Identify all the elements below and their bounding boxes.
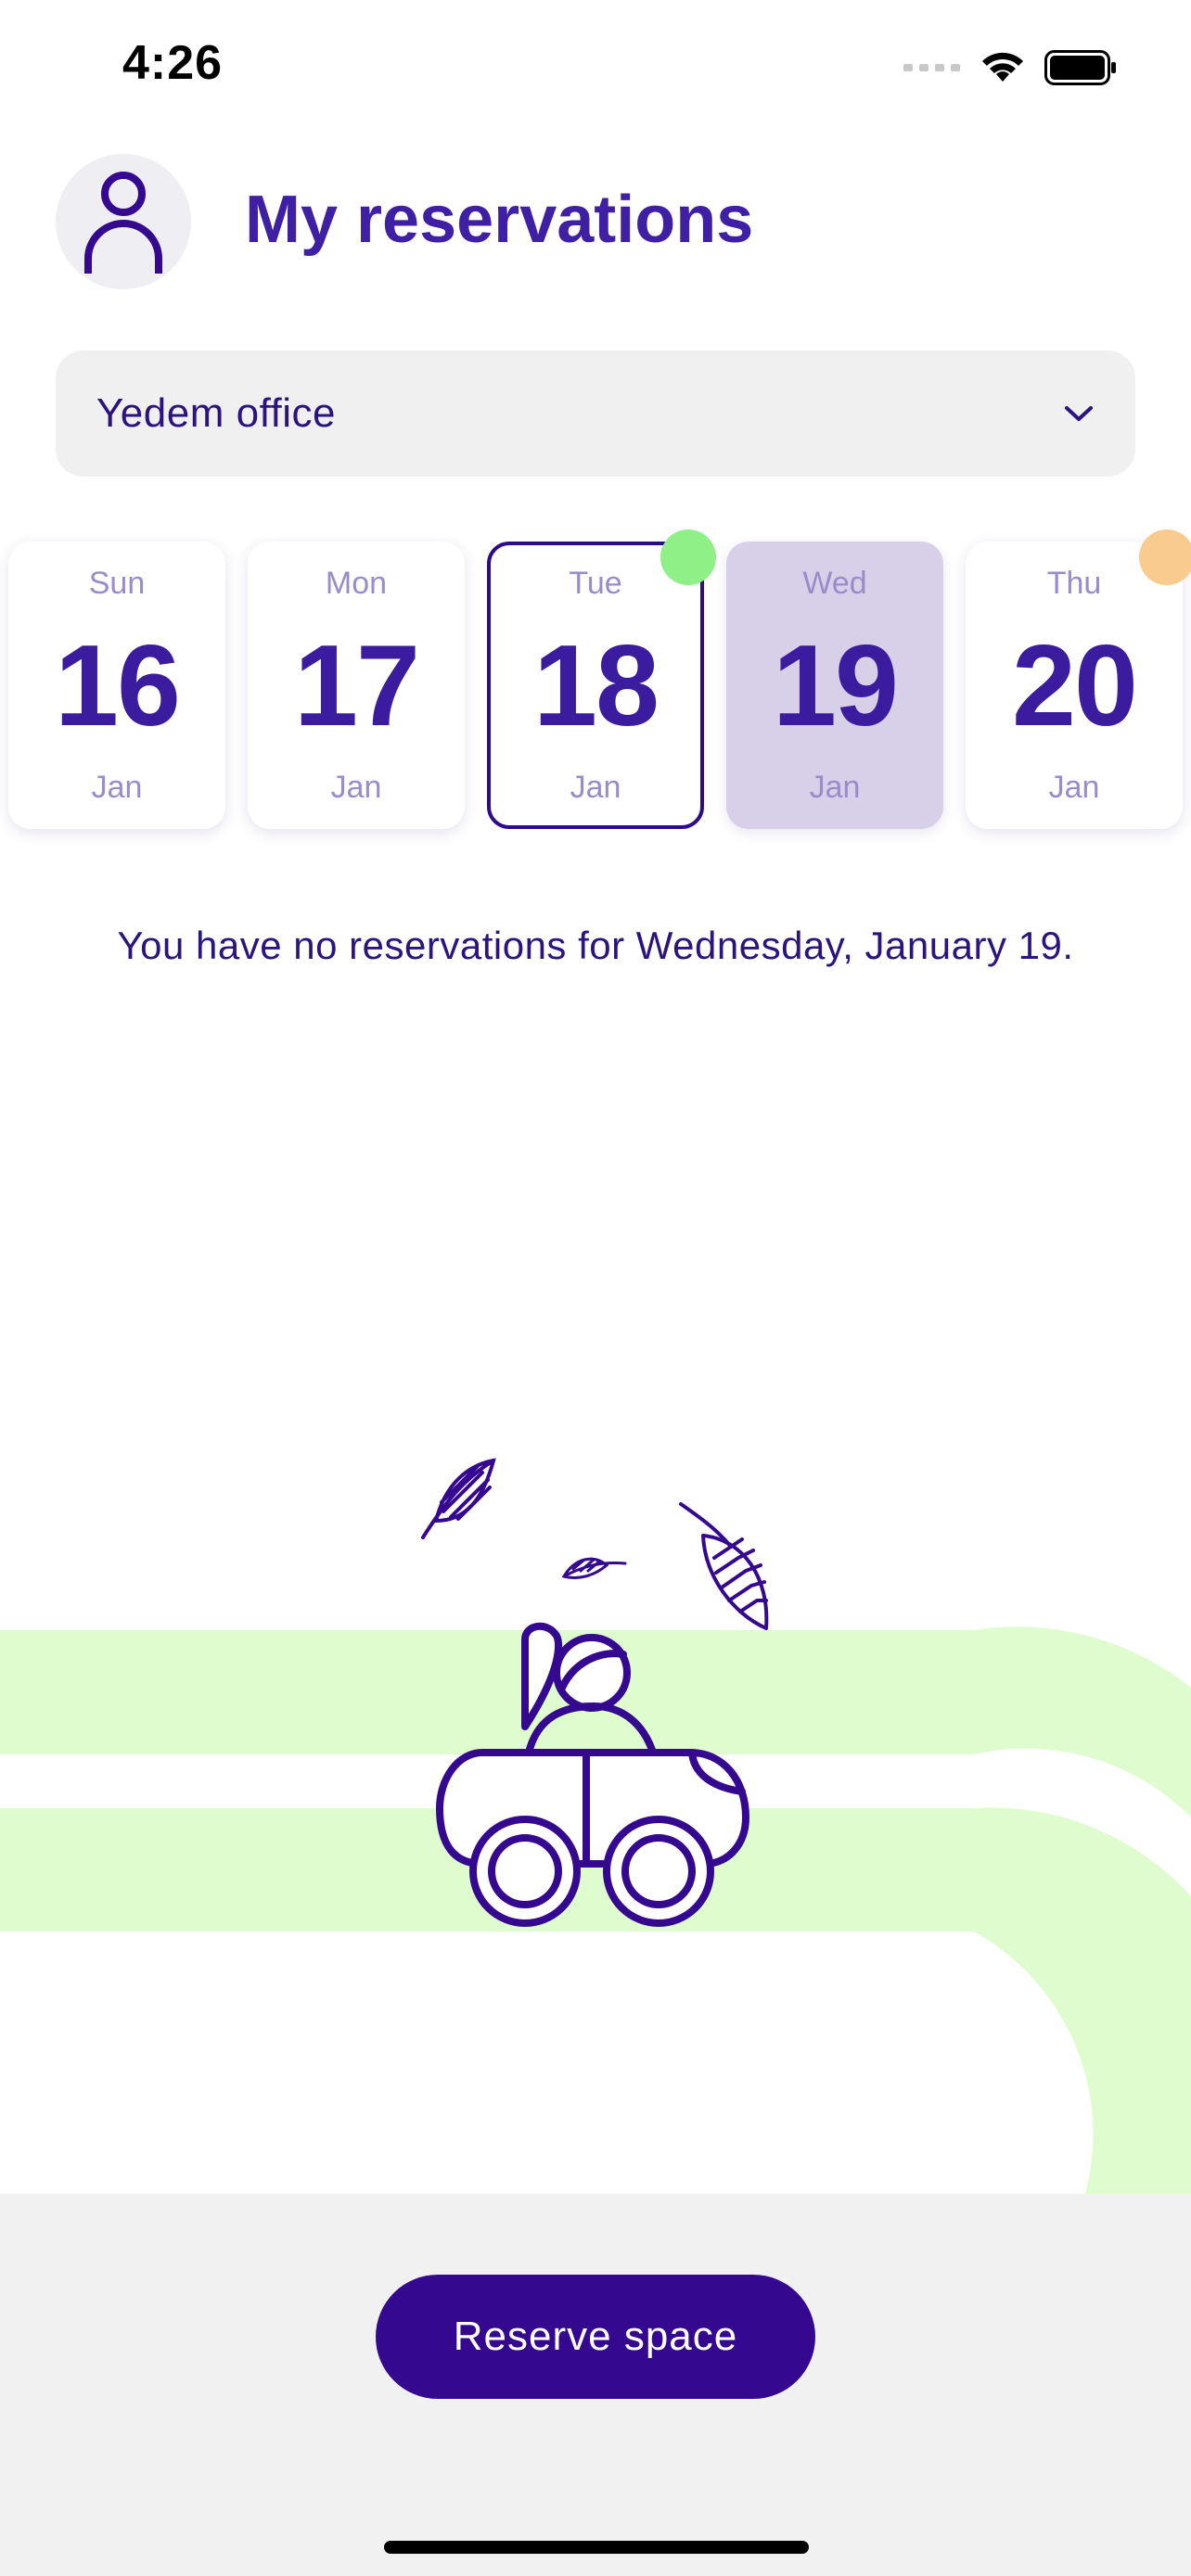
date-day-number: 16 [55, 622, 181, 750]
date-card-thu-20[interactable]: Thu 20 Jan [966, 542, 1183, 829]
empty-state-message: You have no reservations for Wednesday, … [117, 924, 1074, 967]
date-month-name: Jan [330, 770, 382, 805]
page-title: My reservations [245, 183, 754, 257]
office-select-label: Yedem office [96, 390, 336, 436]
battery-icon [1044, 50, 1116, 85]
date-card-sun-16[interactable]: Sun 16 Jan [8, 542, 225, 829]
office-select[interactable]: Yedem office [56, 351, 1135, 477]
date-month-name: Jan [570, 770, 621, 805]
date-card-wed-19[interactable]: Wed 19 Jan [726, 542, 943, 829]
leaf-icon [679, 1502, 769, 1630]
date-day-name: Mon [325, 566, 388, 601]
today-indicator-dot [660, 529, 716, 585]
date-month-name: Jan [91, 770, 143, 805]
date-day-number: 19 [773, 622, 899, 750]
date-month-name: Jan [809, 770, 861, 805]
date-month-name: Jan [1048, 770, 1100, 805]
status-icons [903, 45, 1117, 91]
leaf-icon [421, 1458, 496, 1539]
status-bar: 4:26 [0, 0, 1191, 139]
avatar[interactable] [56, 154, 191, 289]
date-day-number: 20 [1012, 622, 1138, 750]
date-day-name: Sun [88, 566, 146, 601]
car-illustration [0, 1458, 1191, 2194]
wifi-icon [982, 52, 1023, 82]
home-indicator[interactable] [384, 2541, 809, 2554]
signal-icon [903, 64, 960, 71]
status-time: 4:26 [122, 36, 224, 90]
date-card-mon-17[interactable]: Mon 17 Jan [248, 542, 465, 829]
reservation-indicator-dot [1139, 529, 1191, 585]
chevron-down-icon [1065, 406, 1093, 421]
date-card-tue-18[interactable]: Tue 18 Jan [487, 542, 704, 829]
date-day-number: 17 [294, 622, 420, 750]
user-icon [84, 172, 162, 274]
road-background [0, 1626, 1191, 2194]
date-day-name: Wed [802, 566, 867, 601]
leaf-icon [561, 1557, 627, 1579]
reserve-space-button[interactable]: Reserve space [376, 2275, 815, 2399]
date-day-number: 18 [533, 622, 660, 750]
